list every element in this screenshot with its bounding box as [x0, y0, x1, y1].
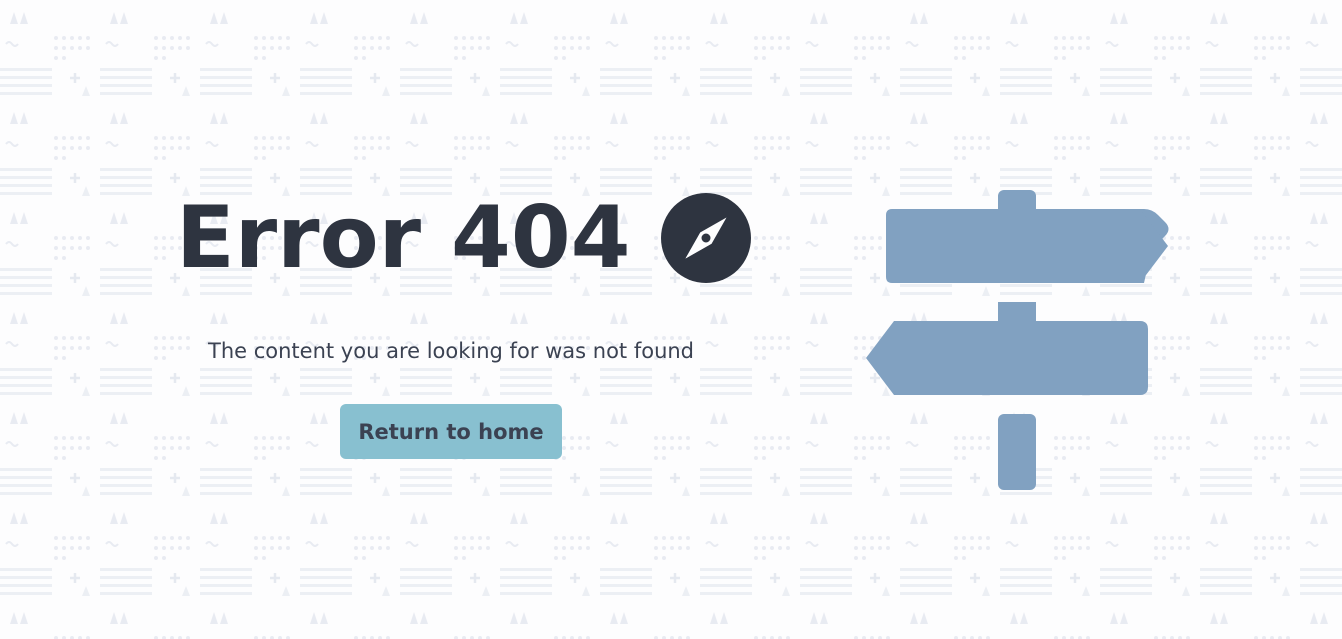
error-message: The content you are looking for was not … — [208, 339, 695, 363]
error-page: Error 404 The content you are looking fo… — [0, 0, 1342, 639]
compass-icon — [660, 193, 751, 283]
title-row: Error 404 — [176, 192, 751, 284]
return-home-button[interactable]: Return to home — [340, 404, 562, 459]
signpost-icon — [866, 190, 1169, 490]
page-title: Error 404 — [176, 188, 631, 288]
